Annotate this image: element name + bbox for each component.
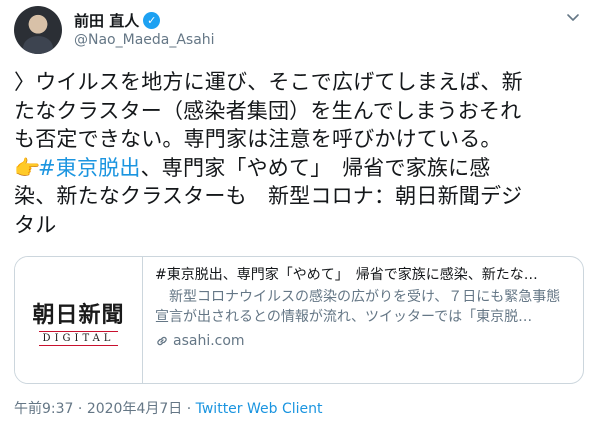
tweet-line: 👉#東京脱出、専門家「やめて」 帰省で家族に感 <box>14 154 586 183</box>
hashtag-link[interactable]: #東京脱出 <box>38 156 141 180</box>
asahi-logo-subtext: DIGITAL <box>38 330 119 346</box>
tweet-line-rest: 、専門家「やめて」 帰省で家族に感 <box>140 155 491 180</box>
meta-separator: · <box>73 401 87 417</box>
tweet-date[interactable]: 2020年4月7日 <box>87 401 182 417</box>
tweet-line: 〉ウイルスを地方に運び、そこで広げてしまえば、新 <box>14 70 523 94</box>
tweet-meta: 午前9:37 · 2020年4月7日 · Twitter Web Client <box>14 398 323 418</box>
card-domain-text: asahi.com <box>173 333 245 349</box>
tweet-source-link[interactable]: Twitter Web Client <box>196 401 323 417</box>
link-preview-card[interactable]: 朝日新聞 DIGITAL #東京脱出、専門家「やめて」 帰省で家族に感染、新たな… <box>14 256 584 384</box>
chevron-down-icon[interactable] <box>564 8 582 26</box>
card-thumbnail: 朝日新聞 DIGITAL <box>15 257 143 383</box>
tweet-header: 前田 直人 ✓ @Nao_Maeda_Asahi <box>14 6 584 56</box>
card-body: #東京脱出、専門家「やめて」 帰省で家族に感染、新たな… 新型コロナウイルスの感… <box>143 257 583 383</box>
card-title: #東京脱出、専門家「やめて」 帰省で家族に感染、新たな… <box>155 267 538 283</box>
display-name[interactable]: 前田 直人 <box>74 10 139 31</box>
pointing-hand-icon: 👉 <box>14 155 41 180</box>
tweet-time[interactable]: 午前9:37 <box>14 401 73 417</box>
tweet-line: も否定できない。専門家は注意を呼びかけている。 <box>14 127 502 151</box>
tweet-line: たなクラスター（感染者集団）を生んでしまうおそれ <box>14 98 522 123</box>
card-description: 新型コロナウイルスの感染の広がりを受け、７日にも緊急事態宣言が出されるとの情報が… <box>155 289 561 325</box>
tweet-line: タル <box>14 212 57 237</box>
tweet-line: 染、新たなクラスターも 新型コロナ：朝日新聞デジ <box>14 184 523 208</box>
tweet-text: 〉ウイルスを地方に運び、そこで広げてしまえば、新 たなクラスター（感染者集団）を… <box>14 68 586 239</box>
asahi-logo-text: 朝日新聞 <box>32 301 125 328</box>
link-icon <box>157 336 167 346</box>
author-handle[interactable]: @Nao_Maeda_Asahi <box>74 32 215 48</box>
meta-separator: · <box>182 401 196 417</box>
card-domain: asahi.com <box>155 331 571 351</box>
author-name-row[interactable]: 前田 直人 ✓ <box>74 9 161 31</box>
avatar[interactable] <box>14 6 62 54</box>
verified-badge-icon: ✓ <box>143 11 161 29</box>
